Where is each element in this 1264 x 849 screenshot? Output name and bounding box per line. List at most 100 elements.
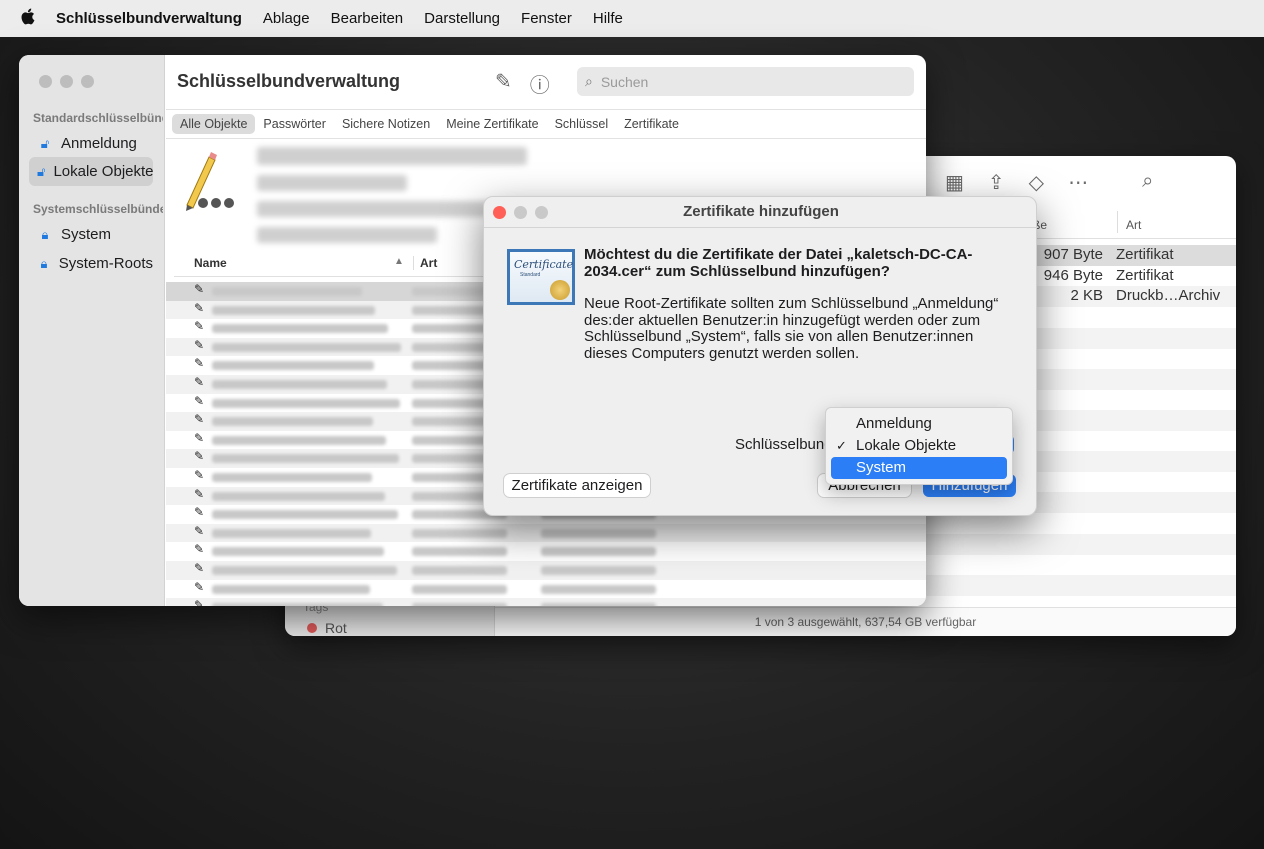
pencil-icon: ✎ [194, 430, 205, 445]
sidebar-section-system: Systemschlüsselbünde [33, 202, 163, 216]
sidebar-item-system[interactable]: 🔒︎ System [29, 220, 153, 249]
password-item-icon [179, 151, 243, 213]
pencil-icon: ✎ [194, 412, 205, 427]
menu-option-lokale-objekte[interactable]: ✓ Lokale Objekte [831, 435, 1007, 457]
pencil-icon: ✎ [194, 579, 205, 594]
column-name-header[interactable]: Name [194, 256, 227, 270]
redacted-text [212, 510, 398, 520]
menu-ablage[interactable]: Ablage [263, 10, 310, 27]
redacted-text [541, 584, 656, 594]
column-kind-header[interactable]: Art [1117, 211, 1141, 233]
pencil-icon: ✎ [194, 598, 205, 606]
sidebar-section-default: Standardschlüsselbünde [33, 111, 163, 125]
show-certificates-button[interactable]: Zertifikate anzeigen [504, 474, 650, 497]
tag-icon[interactable]: ◇ [1029, 170, 1044, 195]
tab-schluessel[interactable]: Schlüssel [547, 114, 617, 134]
pencil-icon: ✎ [194, 300, 205, 315]
redacted-text [541, 528, 656, 538]
checkmark-icon: ✓ [836, 438, 847, 453]
compose-icon[interactable]: ✎ [495, 69, 512, 98]
redacted-text [212, 435, 386, 445]
redacted-text [212, 566, 397, 575]
tab-meine-zertifikate[interactable]: Meine Zertifikate [438, 114, 546, 134]
redacted-text [412, 547, 507, 557]
apple-icon[interactable] [20, 8, 36, 30]
pencil-icon: ✎ [194, 542, 205, 557]
sidebar-item-anmeldung[interactable]: 🔓︎ Anmeldung [29, 129, 153, 158]
pencil-icon: ✎ [194, 523, 205, 538]
finder-status-bar: 1 von 3 ausgewählt, 637,54 GB verfügbar [495, 607, 1236, 636]
menu-bar: Schlüsselbundverwaltung Ablage Bearbeite… [0, 0, 1264, 37]
view-options-icon[interactable]: ▦ [945, 170, 964, 195]
dialog-title: Zertifikate hinzufügen [683, 203, 839, 220]
keychain-popup-menu: Anmeldung ✓ Lokale Objekte System [825, 407, 1013, 485]
redacted-text [212, 361, 374, 371]
sidebar-item-lokale-objekte[interactable]: 🔓︎ Lokale Objekte [29, 157, 153, 186]
redacted-text [541, 603, 656, 606]
redacted-text [412, 566, 507, 575]
redacted-text [541, 547, 656, 557]
pencil-icon: ✎ [194, 561, 205, 575]
pencil-icon: ✎ [194, 393, 205, 408]
tab-zertifikate[interactable]: Zertifikate [616, 114, 687, 134]
zoom-button[interactable] [81, 75, 94, 88]
menu-darstellung[interactable]: Darstellung [424, 10, 500, 27]
unlocked-icon: 🔓︎ [37, 163, 46, 179]
window-title: Schlüsselbundverwaltung [177, 71, 401, 91]
red-dot-icon [307, 623, 317, 633]
redacted-text [212, 603, 383, 606]
redacted-text [412, 528, 507, 538]
pencil-icon: ✎ [194, 375, 205, 389]
pencil-icon: ✎ [194, 282, 205, 296]
menu-app-name[interactable]: Schlüsselbundverwaltung [56, 10, 242, 27]
redacted-text [212, 380, 387, 389]
tab-sichere-notizen[interactable]: Sichere Notizen [334, 114, 438, 134]
sort-chevron-icon: ▲ [394, 256, 404, 267]
search-icon[interactable]: ⌕ [1142, 170, 1153, 195]
menu-hilfe[interactable]: Hilfe [593, 10, 623, 27]
keychain-list-row[interactable]: ✎ [166, 580, 926, 599]
redacted-text [212, 584, 370, 594]
search-placeholder: Suchen [600, 73, 649, 90]
column-kind-header[interactable]: Art [413, 256, 437, 270]
window-controls [39, 75, 94, 88]
menu-bearbeiten[interactable]: Bearbeiten [331, 10, 404, 27]
lock-icon: 🔒︎ [41, 226, 49, 242]
keychain-list-row[interactable]: ✎ [166, 561, 926, 580]
minimize-button[interactable] [60, 75, 73, 88]
keychain-list-row[interactable]: ✎ [166, 542, 926, 561]
keychain-toolbar: ✎ ⓘ [495, 69, 550, 98]
keychain-list-row[interactable]: ✎ [166, 598, 926, 606]
redacted-text [212, 473, 372, 482]
category-tabs: Alle Objekte Passwörter Sichere Notizen … [166, 109, 926, 139]
redacted-text [212, 398, 400, 408]
title-divider [484, 227, 1038, 228]
search-field[interactable]: ⌕ Suchen [577, 67, 914, 96]
redacted-text [212, 547, 384, 557]
tag-red[interactable]: Rot [307, 620, 347, 636]
info-icon[interactable]: ⓘ [530, 69, 550, 98]
redacted-text [212, 528, 371, 538]
sidebar-item-system-roots[interactable]: 🔒︎ System-Roots [29, 249, 153, 278]
pencil-icon: ✎ [194, 356, 205, 371]
tab-passwoerter[interactable]: Passwörter [255, 114, 334, 134]
menu-fenster[interactable]: Fenster [521, 10, 572, 27]
redacted-text [541, 566, 656, 575]
menu-option-anmeldung[interactable]: Anmeldung [831, 413, 1007, 435]
more-actions-icon[interactable]: ⋯ [1068, 170, 1088, 195]
certificate-icon: Certificate Standard [507, 249, 575, 305]
redacted-text [212, 417, 373, 427]
menu-option-system[interactable]: System [831, 457, 1007, 479]
redacted-text [212, 324, 388, 334]
redacted-text [412, 603, 507, 606]
keychain-list-row[interactable]: ✎ [166, 523, 926, 543]
dialog-explanation: Neue Root-Zertifikate sollten zum Schlüs… [584, 295, 999, 362]
pencil-icon: ✎ [194, 468, 205, 482]
pencil-icon: ✎ [194, 337, 205, 352]
finder-toolbar: ▦ ⇪ ◇ ⋯ ⌕ [945, 170, 1153, 195]
keychain-sidebar: Standardschlüsselbünde 🔓︎ Anmeldung 🔓︎ L… [19, 55, 165, 606]
pencil-icon: ✎ [194, 319, 205, 334]
share-icon[interactable]: ⇪ [988, 170, 1005, 195]
tab-alle-objekte[interactable]: Alle Objekte [172, 114, 256, 134]
close-button[interactable] [39, 75, 52, 88]
